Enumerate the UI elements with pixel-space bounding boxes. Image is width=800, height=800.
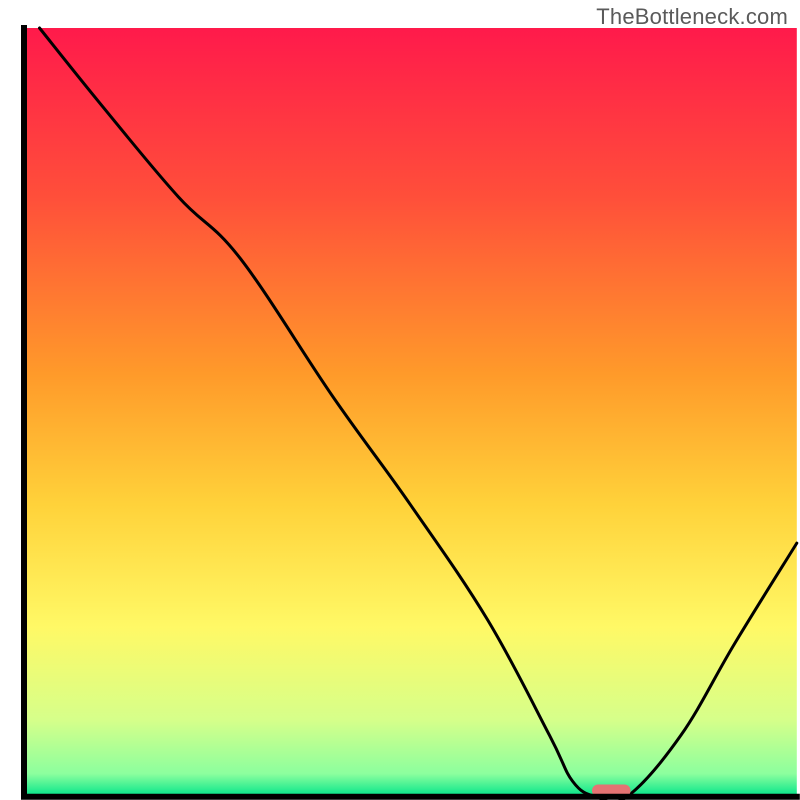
- chart-container: TheBottleneck.com: [0, 0, 800, 800]
- watermark-text: TheBottleneck.com: [596, 4, 788, 30]
- bottleneck-chart: [0, 0, 800, 800]
- gradient-background: [24, 28, 797, 797]
